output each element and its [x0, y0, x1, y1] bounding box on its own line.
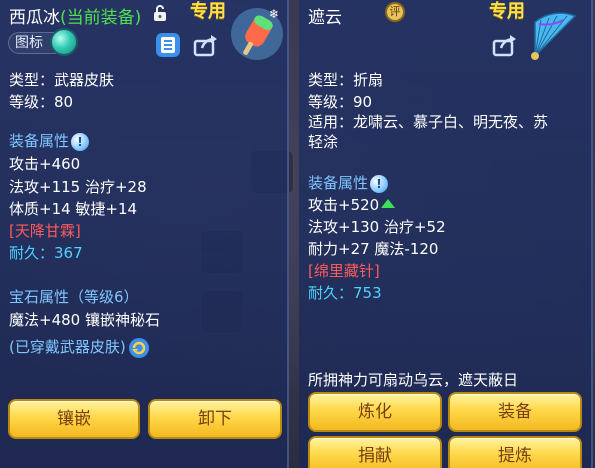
durability-value: 753 — [353, 284, 382, 302]
attr-text: 攻击+520 — [308, 196, 380, 214]
exclusive-label: 专用 — [190, 1, 226, 22]
attr-line: 法攻+115 治疗+28 — [9, 178, 147, 196]
exclusive-label: 专用 — [489, 1, 525, 22]
skin-note: (已穿戴武器皮肤) — [9, 336, 150, 359]
special-effect: [绵里藏针] — [308, 262, 380, 280]
share-icon[interactable] — [193, 33, 219, 57]
share-icon[interactable] — [492, 33, 518, 57]
gem-section-title: 宝石属性（等级6） — [9, 288, 139, 306]
attr-title-text: 装备属性 — [308, 174, 369, 192]
item-name: 西瓜冰 — [9, 8, 60, 28]
attr-line: 体质+14 敏捷+14 — [9, 200, 138, 218]
special-effect: [天降甘霖] — [9, 222, 81, 240]
item-type: 类型：武器皮肤 — [9, 71, 115, 89]
item-tooltip-compare: 遮云 评 专用 类型：折扇 等级：90 适用：龙啸云、慕子白、明无夜、苏 轻涂 … — [299, 0, 593, 468]
unequip-button[interactable]: 卸下 — [148, 399, 282, 439]
rating-badge-text: 评 — [389, 5, 401, 18]
popsicle-skin-icon: ❄ — [231, 7, 283, 60]
donate-button[interactable]: 捐献 — [308, 436, 442, 468]
equip-button[interactable]: 装备 — [448, 392, 582, 432]
item-level: 等级：90 — [308, 93, 373, 111]
book-icon[interactable] — [155, 32, 181, 58]
unlock-icon[interactable] — [152, 4, 168, 22]
applicable-roles: 适用：龙啸云、慕子白、明无夜、苏 — [308, 113, 549, 131]
attr-line: 耐力+27 魔法-120 — [308, 240, 439, 258]
refresh-icon[interactable] — [128, 337, 150, 359]
attr-title-text: 装备属性 — [9, 132, 70, 150]
equipped-tag: (当前装备) — [60, 8, 142, 28]
item-title: 西瓜冰(当前装备) — [9, 3, 141, 28]
skin-note-text: (已穿戴武器皮肤) — [9, 338, 126, 356]
attr-line: 攻击+460 — [9, 155, 81, 173]
durability-value: 367 — [54, 244, 83, 262]
attr-section-title: 装备属性! — [308, 172, 389, 194]
refine-button[interactable]: 炼化 — [308, 392, 442, 432]
icon-toggle-label: 图标 — [15, 35, 43, 51]
gem-attr: 魔法+480 镶嵌神秘石 — [9, 311, 160, 329]
attr-section-title: 装备属性! — [9, 130, 90, 152]
durability: 耐久：753 — [308, 282, 382, 304]
info-icon[interactable]: ! — [71, 132, 90, 151]
folding-fan-icon — [531, 12, 577, 60]
item-tooltip-current: 西瓜冰(当前装备) 专用 图标 ❄ 类型：武器皮肤 等级：80 装备属性! 攻击… — [0, 0, 289, 468]
svg-text:❄: ❄ — [269, 7, 279, 21]
durability-label: 耐久： — [308, 284, 354, 302]
up-arrow-icon — [381, 199, 396, 208]
item-type: 类型：折扇 — [308, 71, 384, 89]
attr-line: 法攻+130 治疗+52 — [308, 218, 446, 236]
toggle-knob[interactable] — [50, 28, 78, 56]
inlay-button[interactable]: 镶嵌 — [8, 399, 140, 439]
flavor-text: 所拥神力可扇动乌云，遮天蔽日 — [308, 371, 519, 389]
durability-label: 耐久： — [9, 244, 55, 262]
attr-line: 攻击+520 — [308, 194, 396, 216]
item-level: 等级：80 — [9, 93, 74, 111]
info-icon[interactable]: ! — [370, 174, 389, 193]
item-name: 遮云 — [308, 8, 342, 28]
applicable-roles-cont: 轻涂 — [308, 133, 339, 151]
extract-button[interactable]: 提炼 — [448, 436, 582, 468]
rating-badge: 评 — [385, 2, 405, 22]
durability: 耐久：367 — [9, 242, 83, 264]
